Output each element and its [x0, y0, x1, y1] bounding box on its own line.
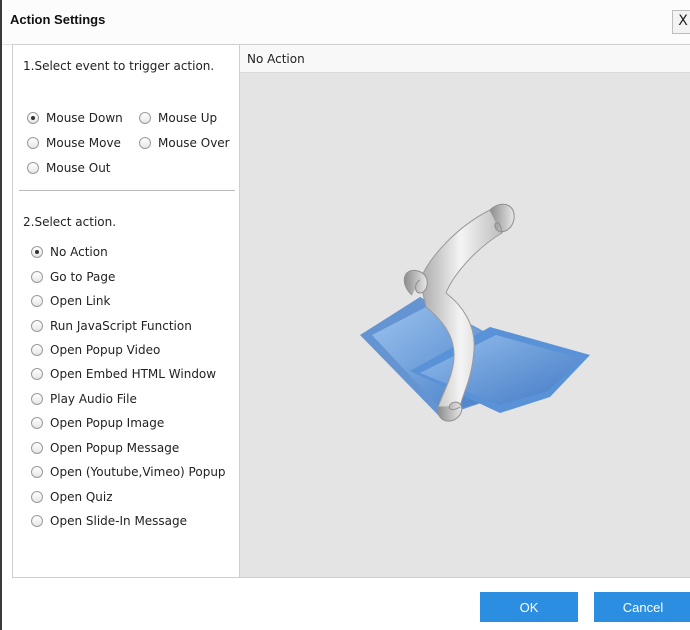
radio-mouse-up[interactable]: Mouse Up	[139, 111, 217, 125]
radio-label: No Action	[50, 245, 108, 259]
radio-open-popup-image[interactable]: Open Popup Image	[31, 416, 164, 430]
section-divider	[19, 190, 235, 191]
content-area: 1.Select event to trigger action. Mouse …	[12, 44, 690, 578]
radio-unchecked-icon	[27, 137, 39, 149]
radio-unchecked-icon	[31, 295, 43, 307]
radio-checked-icon	[31, 246, 43, 258]
radio-unchecked-icon	[139, 112, 151, 124]
dialog-footer: OK Cancel	[12, 578, 690, 630]
radio-mouse-out[interactable]: Mouse Out	[27, 161, 111, 175]
radio-unchecked-icon	[27, 162, 39, 174]
radio-unchecked-icon	[31, 271, 43, 283]
radio-label: Open Embed HTML Window	[50, 367, 217, 381]
radio-open-quiz[interactable]: Open Quiz	[31, 490, 113, 504]
ok-button[interactable]: OK	[480, 592, 578, 622]
radio-label: Open Link	[50, 294, 111, 308]
radio-go-to-page[interactable]: Go to Page	[31, 270, 115, 284]
radio-open-link[interactable]: Open Link	[31, 294, 110, 308]
radio-unchecked-icon	[139, 137, 151, 149]
radio-label: Mouse Out	[46, 161, 111, 175]
radio-label: Mouse Down	[46, 111, 123, 125]
radio-label: Open Slide-In Message	[50, 514, 188, 528]
radio-mouse-down[interactable]: Mouse Down	[27, 111, 123, 125]
radio-open-popup-video[interactable]: Open Popup Video	[31, 343, 160, 357]
scroll-on-folder-icon	[350, 185, 600, 429]
cancel-button[interactable]: Cancel	[594, 592, 690, 622]
radio-unchecked-icon	[31, 466, 43, 478]
radio-label: Mouse Up	[158, 111, 218, 125]
preview-header: No Action	[240, 45, 690, 73]
radio-open-embed-html-window[interactable]: Open Embed HTML Window	[31, 367, 216, 381]
radio-run-javascript-function[interactable]: Run JavaScript Function	[31, 319, 192, 333]
radio-unchecked-icon	[31, 442, 43, 454]
radio-label: Mouse Over	[158, 136, 230, 150]
title-bar: Action Settings X	[2, 0, 690, 45]
dialog-title: Action Settings	[10, 12, 106, 27]
radio-mouse-over[interactable]: Mouse Over	[139, 136, 230, 150]
radio-unchecked-icon	[31, 368, 43, 380]
close-icon: X	[678, 13, 688, 29]
radio-unchecked-icon	[31, 320, 43, 332]
action-section-label: 2.Select action.	[23, 215, 117, 229]
radio-no-action[interactable]: No Action	[31, 245, 108, 259]
radio-unchecked-icon	[31, 417, 43, 429]
radio-unchecked-icon	[31, 344, 43, 356]
close-button[interactable]: X	[672, 10, 690, 34]
radio-unchecked-icon	[31, 491, 43, 503]
radio-label: Play Audio File	[50, 392, 137, 406]
event-section-label: 1.Select event to trigger action.	[23, 59, 215, 73]
radio-unchecked-icon	[31, 393, 43, 405]
options-panel: 1.Select event to trigger action. Mouse …	[13, 45, 240, 577]
radio-open-youtube-vimeo-popup[interactable]: Open (Youtube,Vimeo) Popup	[31, 465, 226, 479]
radio-open-slide-in-message[interactable]: Open Slide-In Message	[31, 514, 187, 528]
radio-play-audio-file[interactable]: Play Audio File	[31, 392, 137, 406]
radio-label: Open (Youtube,Vimeo) Popup	[50, 465, 226, 479]
preview-title: No Action	[247, 52, 305, 66]
radio-label: Open Popup Image	[50, 416, 165, 430]
action-settings-dialog: Action Settings X 1.Select event to trig…	[0, 0, 690, 630]
radio-mouse-move[interactable]: Mouse Move	[27, 136, 121, 150]
radio-unchecked-icon	[31, 515, 43, 527]
radio-label: Mouse Move	[46, 136, 121, 150]
radio-checked-icon	[27, 112, 39, 124]
radio-label: Run JavaScript Function	[50, 319, 192, 333]
radio-open-popup-message[interactable]: Open Popup Message	[31, 441, 179, 455]
preview-panel: No Action	[240, 45, 690, 577]
radio-label: Go to Page	[50, 270, 116, 284]
radio-label: Open Quiz	[50, 490, 113, 504]
radio-label: Open Popup Video	[50, 343, 161, 357]
radio-label: Open Popup Message	[50, 441, 180, 455]
